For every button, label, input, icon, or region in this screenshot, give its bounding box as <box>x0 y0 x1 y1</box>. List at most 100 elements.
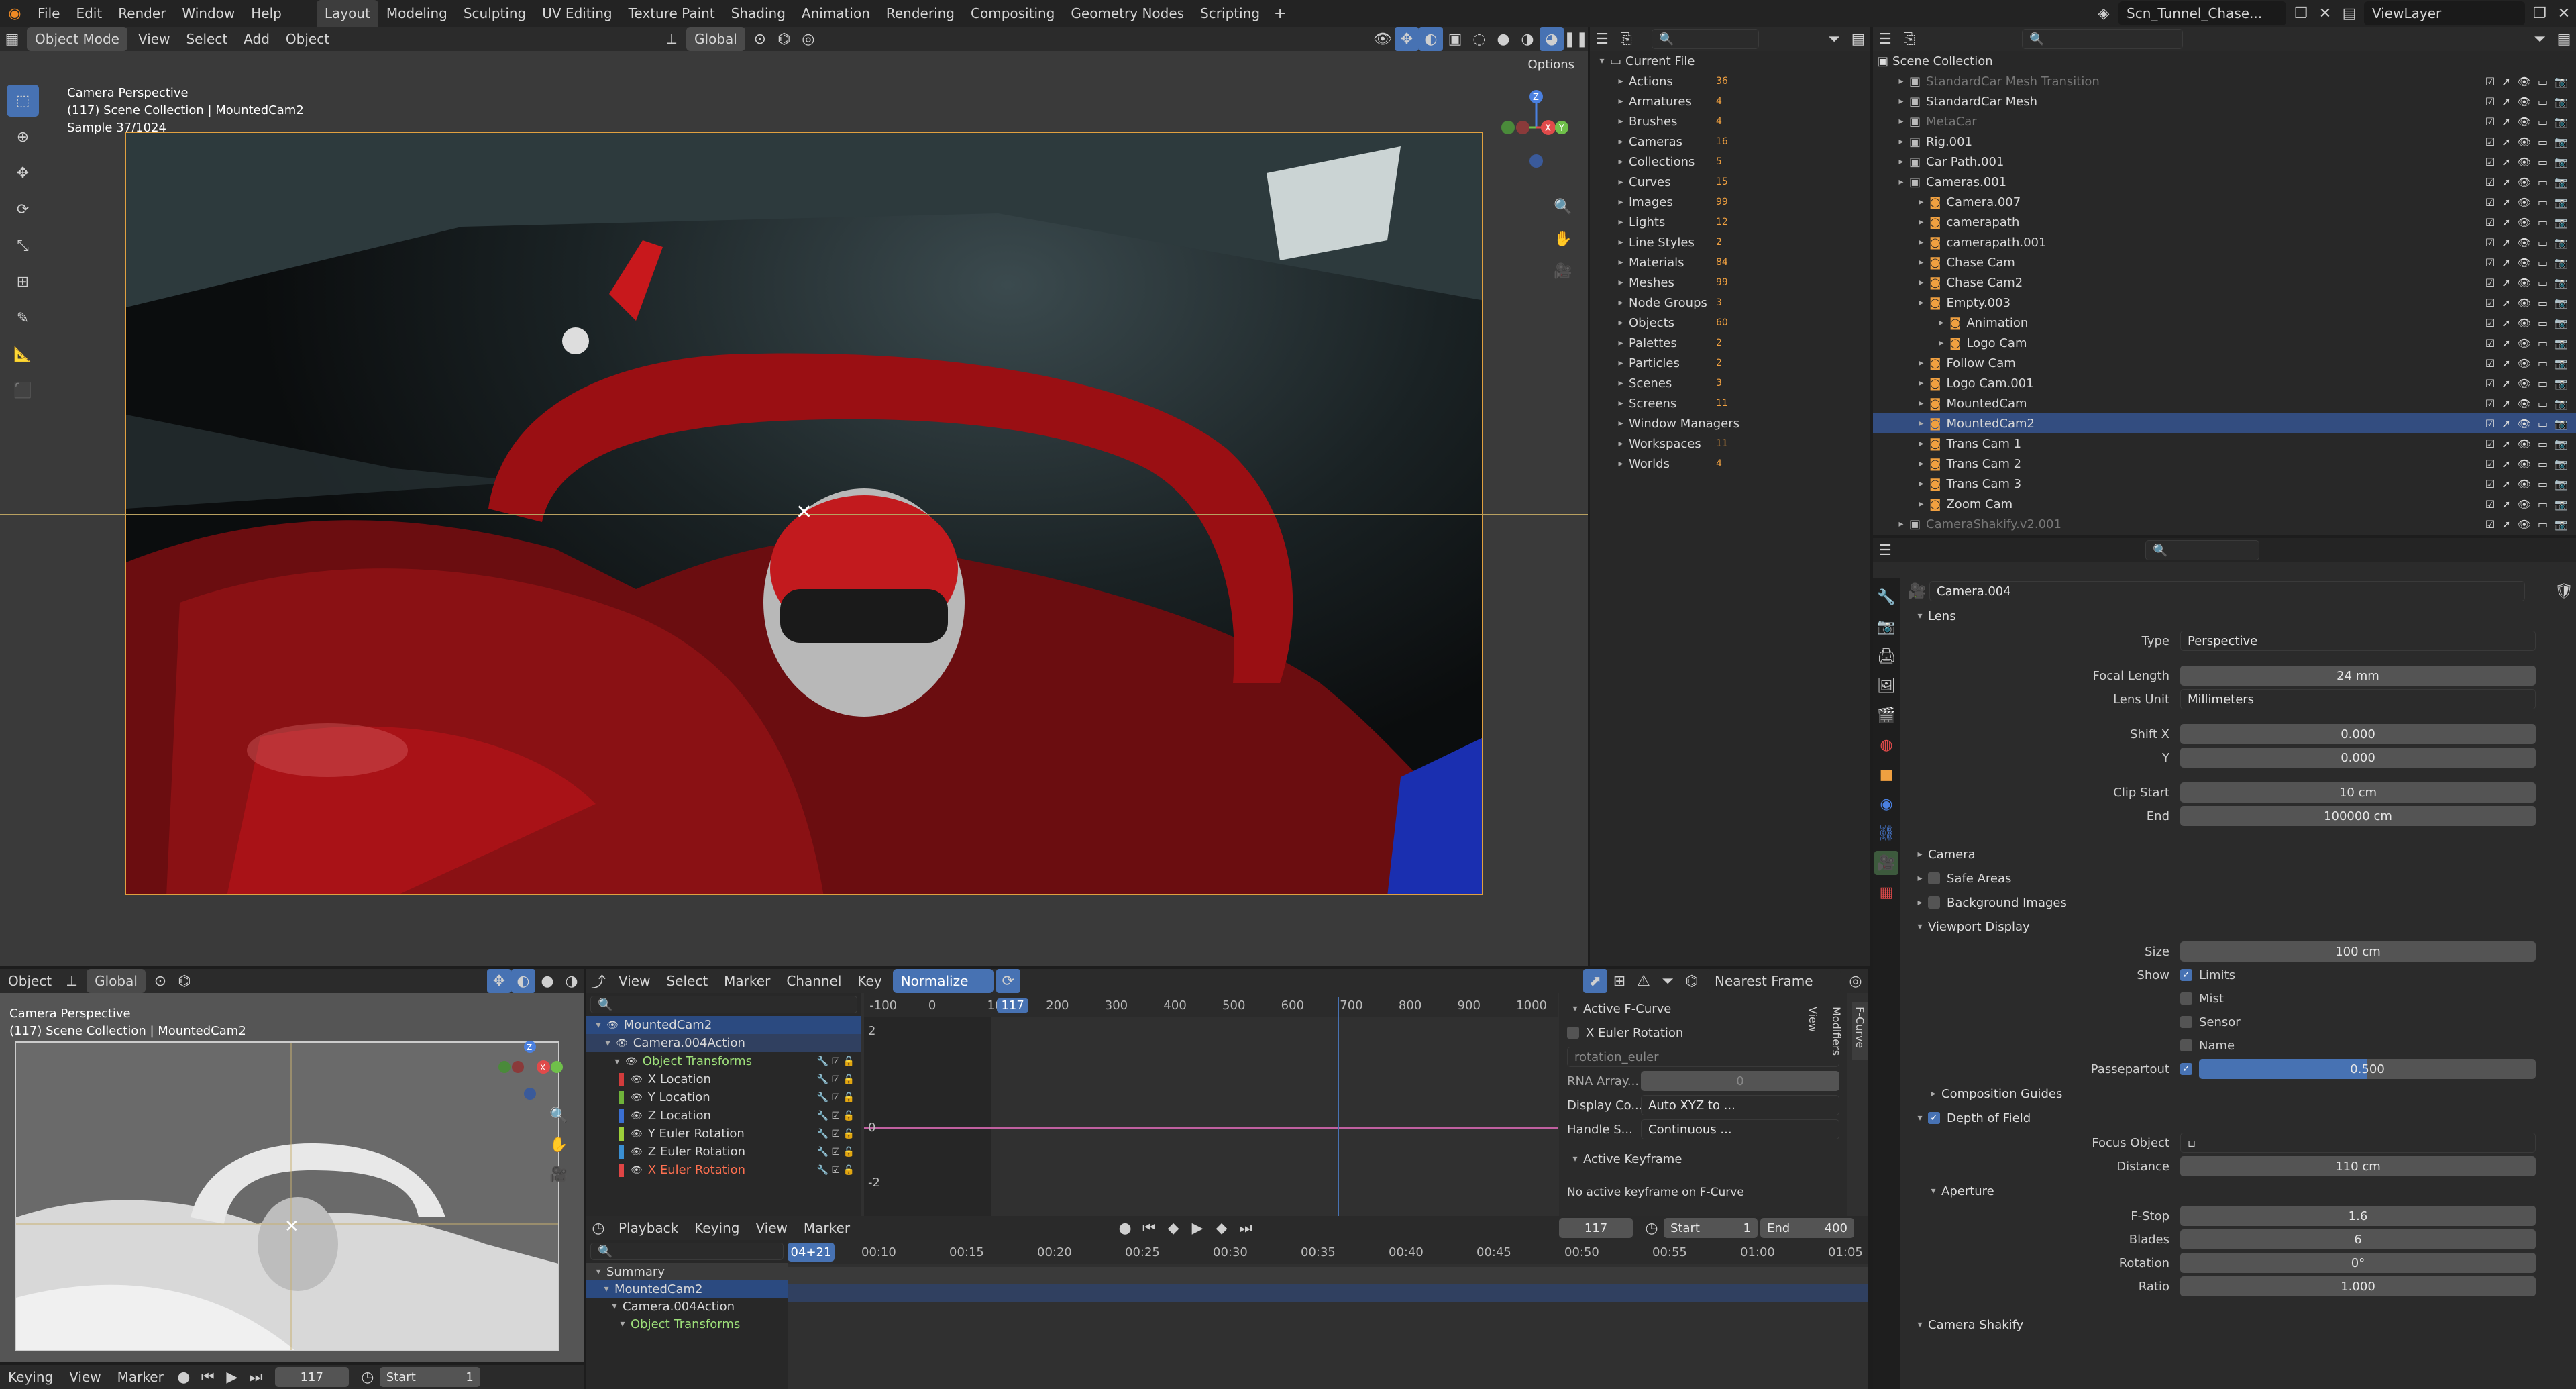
active-keyframe-panel-title[interactable]: ▾ Active Keyframe <box>1567 1149 1839 1169</box>
select-arrow-icon[interactable]: ➚ <box>2502 377 2510 390</box>
viewport-monitor-icon[interactable]: ▭ <box>2538 518 2548 531</box>
eye-icon[interactable]: 👁 <box>2518 478 2531 491</box>
viewport-monitor-icon[interactable]: ▭ <box>2538 156 2548 168</box>
shading-material-icon[interactable]: ◑ <box>559 969 584 993</box>
graph-menu-select[interactable]: Select <box>658 969 716 993</box>
expand-triangle-icon[interactable]: ▸ <box>1613 398 1629 409</box>
viewport-monitor-icon[interactable]: ▭ <box>2538 377 2548 390</box>
dope-channel-row[interactable]: ▾ Summary <box>586 1263 788 1280</box>
graph-channel-row[interactable]: ▾ 👁 Object Transforms 🔧 ☑ 🔓 <box>586 1052 861 1070</box>
expand-triangle-icon[interactable]: ▸ <box>1913 297 1929 308</box>
move-tool-icon[interactable]: ✥ <box>7 157 39 189</box>
viewport-monitor-icon[interactable]: ▭ <box>2538 478 2548 491</box>
rna-array-index-field[interactable]: 0 <box>1641 1071 1839 1091</box>
expand-triangle-icon[interactable]: ▸ <box>1613 156 1629 167</box>
focus-object-field[interactable]: ▫ <box>2180 1133 2536 1153</box>
channel-lock-icons[interactable]: 🔧 ☑ 🔓 <box>817 1074 861 1085</box>
editor-type-icon[interactable]: ◷ <box>586 1216 610 1240</box>
passepartout-checkbox[interactable]: ✓ <box>2180 1063 2192 1075</box>
outliner-file-item[interactable]: ▸ Screens 11 <box>1590 393 1870 413</box>
dope-channel-row[interactable]: ▾ Camera.004Action <box>586 1298 788 1315</box>
section-depth-of-field[interactable]: ▾ ✓ Depth of Field <box>1905 1106 2576 1130</box>
viewport-monitor-icon[interactable]: ▭ <box>2538 438 2548 450</box>
select-arrow-icon[interactable]: ➚ <box>2502 115 2510 128</box>
transform-orientation-selector[interactable]: Global <box>686 27 745 51</box>
eye-icon[interactable]: 👁 <box>631 1165 643 1176</box>
menu-render[interactable]: Render <box>110 0 174 27</box>
new-icon[interactable]: ▤ <box>1846 27 1870 51</box>
select-arrow-icon[interactable]: ➚ <box>2502 276 2510 289</box>
outliner-file-root[interactable]: ▾ ▭ Current File <box>1590 51 1870 71</box>
display-size-field[interactable]: 100 cm <box>2180 941 2536 962</box>
snap-icon[interactable]: ⌬ <box>1680 969 1704 993</box>
show-name-checkbox[interactable] <box>2180 1039 2192 1051</box>
bottom-menu-view[interactable]: View <box>61 1365 109 1389</box>
pivot-icon[interactable]: ⊙ <box>148 969 172 993</box>
render-camera-icon[interactable]: 📷 <box>2555 236 2568 249</box>
outliner-scene-item[interactable]: ▸ ◙ camerapath.001 ☑ ➚ 👁 ▭ 📷 <box>1873 232 2576 252</box>
graph-channel-row[interactable]: ▾ 👁 MountedCam2 <box>586 1016 861 1034</box>
expand-triangle-icon[interactable]: ▸ <box>1613 76 1629 87</box>
bottom-menu-marker[interactable]: Marker <box>109 1365 172 1389</box>
expand-triangle-icon[interactable]: ▸ <box>1893 519 1909 529</box>
bottom-menu-keying[interactable]: Keying <box>0 1365 61 1389</box>
outliner-scene-item[interactable]: ▸ ◙ Trans Cam 2 ☑ ➚ 👁 ▭ 📷 <box>1873 454 2576 474</box>
exclude-checkbox-icon[interactable]: ☑ <box>2485 317 2495 329</box>
xray-icon[interactable]: ▣ <box>1443 27 1467 51</box>
exclude-checkbox-icon[interactable]: ☑ <box>2485 256 2495 269</box>
render-camera-icon[interactable]: 📷 <box>2555 136 2568 148</box>
eye-icon[interactable]: 👁 <box>625 1056 637 1067</box>
pause-render-icon[interactable]: ❚❚ <box>1564 27 1588 51</box>
outliner-scene-item[interactable]: ▸ ▣ Rig.001 ☑ ➚ 👁 ▭ 📷 <box>1873 132 2576 152</box>
viewport-monitor-icon[interactable]: ▭ <box>2538 75 2548 88</box>
menu-window[interactable]: Window <box>174 0 243 27</box>
shading-rendered-icon[interactable]: ◕ <box>1540 27 1564 51</box>
expand-triangle-icon[interactable]: ▸ <box>1613 317 1629 328</box>
view-layer-selector[interactable]: ViewLayer <box>2364 1 2525 25</box>
outliner-file-item[interactable]: ▸ Worlds 4 <box>1590 454 1870 474</box>
focal-length-field[interactable]: 24 mm <box>2180 666 2536 686</box>
workspace-tab-geometry-nodes[interactable]: Geometry Nodes <box>1063 0 1192 27</box>
expand-triangle-icon[interactable]: ▸ <box>1893 156 1909 167</box>
eye-icon[interactable]: 👁 <box>2518 518 2531 531</box>
timeline-menu-view[interactable]: View <box>747 1216 795 1240</box>
expand-triangle-icon[interactable]: ▸ <box>1613 438 1629 449</box>
outliner-file-item[interactable]: ▸ Particles 2 <box>1590 353 1870 373</box>
scene-tab-icon[interactable]: 🎬 <box>1874 703 1898 727</box>
outliner-scene-item[interactable]: ▸ ◙ MountedCam2 ☑ ➚ 👁 ▭ 📷 <box>1873 413 2576 433</box>
render-camera-icon[interactable]: 📷 <box>2555 75 2568 88</box>
physics-tab-icon[interactable]: ◉ <box>1874 792 1898 816</box>
select-arrow-icon[interactable]: ➚ <box>2502 438 2510 450</box>
aperture-rotation-field[interactable]: 0° <box>2180 1253 2536 1273</box>
render-camera-icon[interactable]: 📷 <box>2555 115 2568 128</box>
outliner-file-item[interactable]: ▸ Cameras 16 <box>1590 132 1870 152</box>
main-viewport[interactable]: ▦ Object Mode View Select Add Object ⟂ G… <box>0 27 1588 966</box>
expand-triangle-icon[interactable]: ▸ <box>1913 277 1929 288</box>
outliner-file-item[interactable]: ▸ Line Styles 2 <box>1590 232 1870 252</box>
eye-icon[interactable]: 👁 <box>616 1038 628 1049</box>
exclude-checkbox-icon[interactable]: ☑ <box>2485 216 2495 229</box>
filter-icon[interactable]: ⏷ <box>1656 969 1680 993</box>
channel-lock-icons[interactable]: 🔧 ☑ 🔓 <box>817 1129 861 1139</box>
show-sensor-checkbox[interactable] <box>2180 1016 2192 1028</box>
tab-fcurve[interactable]: F-Curve <box>1852 1002 1868 1060</box>
add-workspace-icon[interactable]: + <box>1268 1 1292 25</box>
passepartout-slider[interactable]: 0.500 <box>2199 1059 2536 1079</box>
overlay-icon[interactable]: ◐ <box>511 969 535 993</box>
jump-start-icon[interactable]: ⏮ <box>1137 1216 1161 1240</box>
outliner-scene-item[interactable]: ▸ ◙ MountedCam ☑ ➚ 👁 ▭ 📷 <box>1873 393 2576 413</box>
fake-user-icon[interactable]: 🛡 <box>2552 579 2576 603</box>
pivot-icon[interactable]: ⊙ <box>748 27 772 51</box>
eye-icon[interactable]: 👁 <box>2518 75 2531 88</box>
select-arrow-icon[interactable]: ➚ <box>2502 397 2510 410</box>
expand-triangle-icon[interactable]: ▸ <box>1893 176 1909 187</box>
safe-areas-checkbox[interactable] <box>1928 872 1940 884</box>
auto-snap-selector[interactable]: Nearest Frame <box>1707 969 1841 993</box>
outliner-scene-item[interactable]: ▸ ◙ camerapath ☑ ➚ 👁 ▭ 📷 <box>1873 212 2576 232</box>
outliner-file-item[interactable]: ▸ Brushes 4 <box>1590 111 1870 132</box>
eye-icon[interactable]: 👁 <box>2518 417 2531 430</box>
expand-triangle-icon[interactable]: ▸ <box>1613 217 1629 227</box>
render-camera-icon[interactable]: 📷 <box>2555 337 2568 350</box>
view-layer-close-icon[interactable]: ✕ <box>2552 1 2576 25</box>
section-camera-shakify[interactable]: ▾ Camera Shakify <box>1905 1313 2576 1337</box>
